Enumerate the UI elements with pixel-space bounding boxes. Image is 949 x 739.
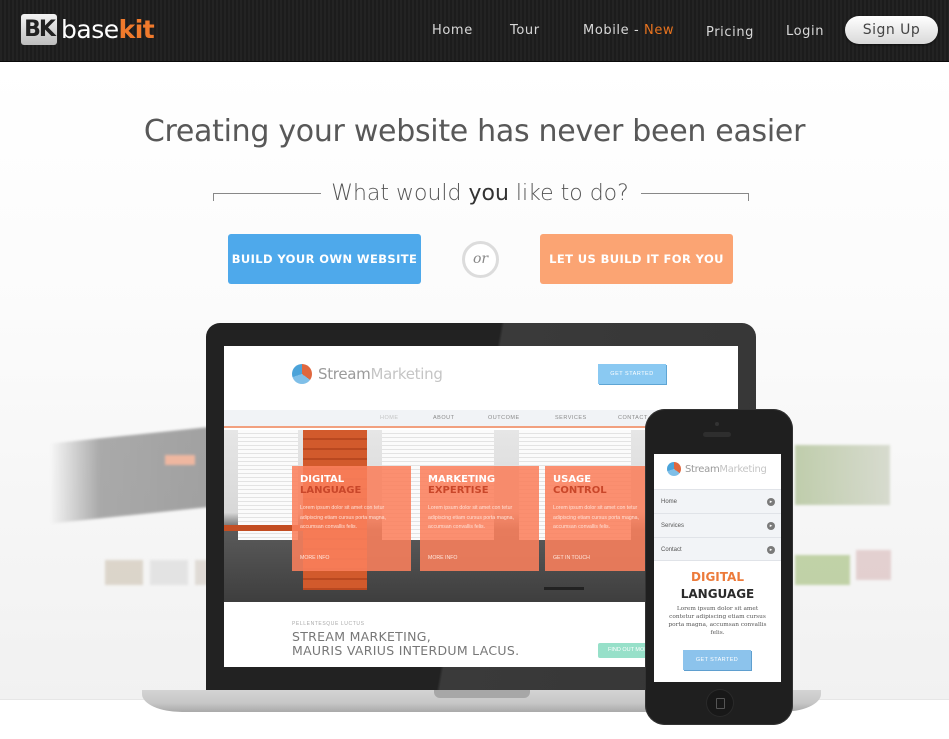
card-subtitle: CONTROL — [553, 485, 607, 496]
phone-menu-label: Contact — [661, 547, 682, 553]
phone-menu-item: Home ▸ — [654, 489, 781, 513]
divider-right — [641, 193, 749, 201]
chevron-right-icon: ▸ — [767, 522, 775, 530]
subhead-post: like to do? — [508, 181, 629, 206]
preview-nav-item: HOME — [380, 415, 399, 421]
logo-text: basekit — [61, 15, 155, 44]
phone-menu-label: Services — [661, 523, 685, 529]
preview-get-started-button: GET STARTED — [598, 364, 666, 384]
card-subtitle: LANGUAGE — [300, 485, 362, 496]
brand-stream: Stream — [685, 463, 720, 475]
stream-logo-text: StreamMarketing — [318, 365, 443, 383]
sign-up-button[interactable]: Sign Up — [845, 16, 938, 44]
stream-marketing-logo: StreamMarketing — [292, 364, 443, 384]
let-us-build-it-button[interactable]: LET US BUILD IT FOR YOU — [540, 234, 733, 284]
card-link: MORE INFO — [300, 555, 330, 561]
preview-title-line: MAURIS VARIUS INTERDUM LACUS. — [292, 643, 520, 658]
preview-card: MARKETING EXPERTISE Lorem ipsum dolor si… — [420, 466, 539, 571]
brand-marketing: Marketing — [370, 365, 443, 383]
preview-thumb — [105, 560, 143, 585]
chevron-right-icon: ▸ — [767, 498, 775, 506]
brand-marketing: Marketing — [719, 463, 767, 475]
phone-menu-item: Services ▸ — [654, 513, 781, 537]
phone-subtitle: LANGUAGE — [680, 587, 755, 601]
template-preview-right — [790, 390, 900, 660]
divider-left — [213, 193, 321, 201]
logo-text-base: base — [61, 15, 119, 44]
phone-speaker — [703, 432, 731, 437]
nav-pricing[interactable]: Pricing — [706, 25, 754, 40]
card-title: USAGE — [553, 474, 592, 485]
card-body: Lorem ipsum dolor sit amet con tetur adi… — [553, 505, 639, 530]
preview-window — [238, 430, 298, 540]
top-nav-bar: BK basekit Home Tour Mobile - New Pricin… — [0, 0, 949, 62]
template-preview-left — [40, 395, 233, 655]
card-title: MARKETING — [428, 474, 496, 485]
phone-get-started-button: GET STARTED — [683, 650, 751, 670]
subhead-pre: What would — [331, 181, 469, 206]
page: BK basekit Home Tour Mobile - New Pricin… — [0, 0, 949, 739]
new-badge: New — [644, 23, 675, 38]
card-body: Lorem ipsum dolor sit amet con tetur adi… — [428, 505, 514, 530]
subheading: What would you like to do? — [320, 181, 640, 206]
basekit-logo[interactable]: BK basekit — [21, 14, 155, 45]
nav-home[interactable]: Home — [432, 23, 473, 38]
stream-marketing-logo: StreamMarketing — [667, 462, 767, 476]
phone-menu-label: Home — [661, 499, 678, 505]
preview-title: STREAM MARKETING, MAURIS VARIUS INTERDUM… — [292, 630, 519, 658]
preview-thumb — [856, 550, 891, 580]
chevron-right-icon: ▸ — [767, 546, 775, 554]
phone-title: DIGITAL — [691, 570, 744, 584]
logo-mark: BK — [21, 14, 57, 45]
preview-nav-item: CONTACT — [618, 415, 648, 421]
phone-home-button — [707, 690, 733, 716]
phone-menu-item: Contact ▸ — [654, 537, 781, 561]
card-link: GET IN TOUCH — [553, 555, 590, 561]
nav-mobile[interactable]: Mobile - New — [583, 23, 674, 38]
preview-banner — [795, 445, 890, 505]
build-your-own-website-button[interactable]: BUILD YOUR OWN WEBSITE — [228, 234, 421, 284]
preview-banner — [50, 426, 215, 524]
card-title: DIGITAL — [300, 474, 345, 485]
phone-screen-preview: StreamMarketing Home ▸ Services ▸ Contact ▸… — [654, 454, 781, 682]
laptop-notch — [434, 690, 530, 698]
preview-card: DIGITAL LANGUAGE Lorem ipsum dolor sit a… — [292, 466, 411, 571]
card-body: Lorem ipsum dolor sit amet con tetur adi… — [300, 505, 386, 530]
preview-thumb — [150, 560, 188, 585]
stream-logo-icon — [292, 364, 312, 384]
stream-logo-text: StreamMarketing — [685, 464, 767, 475]
preview-nav-item: ABOUT — [433, 415, 455, 421]
preview-nav-item: OUTCOME — [488, 415, 520, 421]
phone-camera — [715, 422, 719, 426]
stream-logo-icon — [667, 462, 681, 476]
card-subtitle: EXPERTISE — [428, 485, 489, 496]
card-link: MORE INFO — [428, 555, 458, 561]
subhead-emphasis: you — [468, 181, 509, 206]
preview-thumb — [795, 555, 850, 585]
nav-tour[interactable]: Tour — [510, 23, 540, 38]
preview-nav-item: SERVICES — [555, 415, 587, 421]
nav-login[interactable]: Login — [786, 24, 824, 39]
brand-stream: Stream — [318, 365, 371, 383]
or-separator: or — [462, 241, 499, 278]
phone-body: Lorem ipsum dolor sit amet contetur adip… — [668, 606, 767, 636]
preview-pre-title: PELLENTESQUE LUCTUS — [292, 621, 365, 627]
preview-title-line: STREAM MARKETING, — [292, 629, 432, 644]
logo-text-kit: kit — [118, 15, 155, 44]
phone-menu: Home ▸ Services ▸ Contact ▸ — [654, 489, 781, 561]
page-headline: Creating your website has never been eas… — [143, 114, 806, 149]
nav-mobile-label: Mobile - — [583, 23, 644, 38]
preview-tag — [165, 455, 195, 465]
